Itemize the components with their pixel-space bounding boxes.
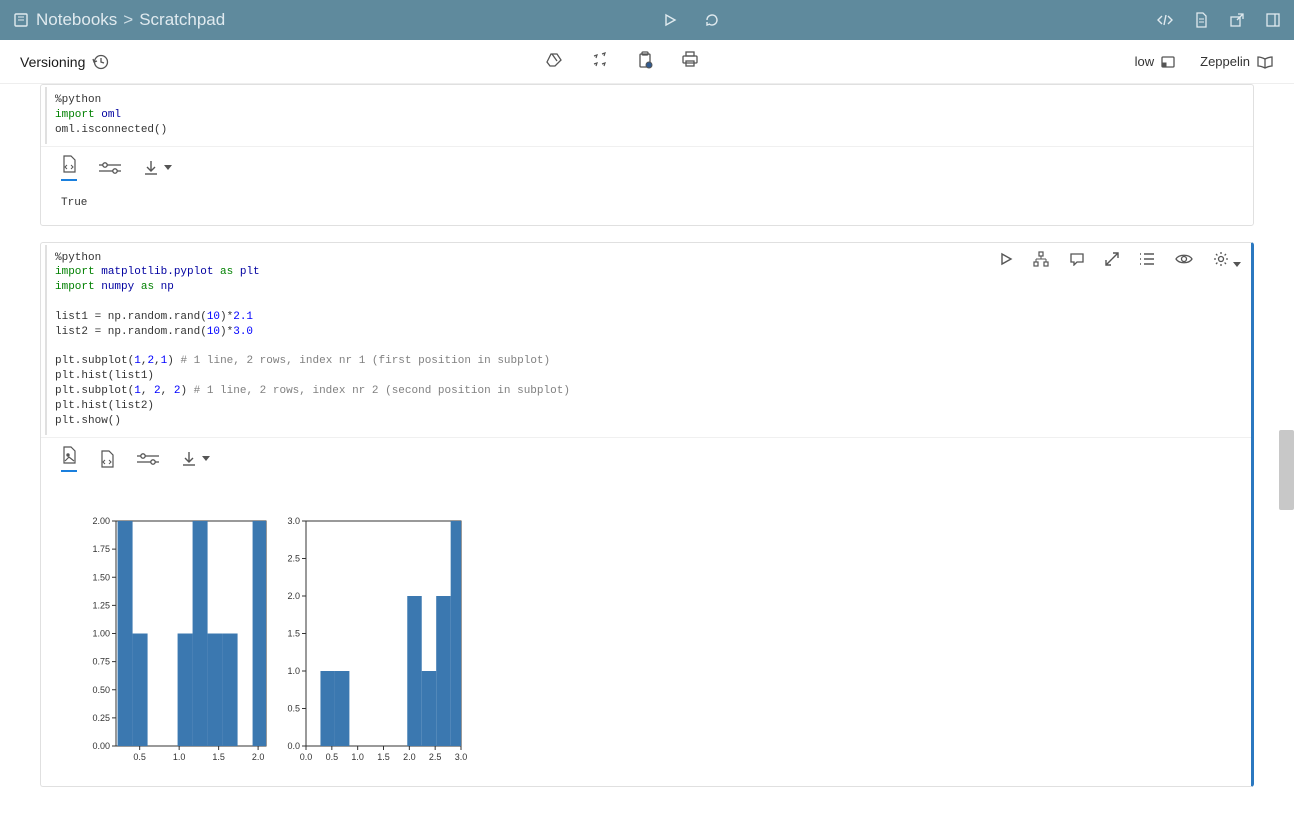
book-icon xyxy=(1256,55,1274,69)
svg-text:0.00: 0.00 xyxy=(92,741,110,751)
svg-text:1.5: 1.5 xyxy=(287,628,300,638)
svg-text:1.50: 1.50 xyxy=(92,572,110,582)
svg-text:2.00: 2.00 xyxy=(92,516,110,526)
cell-2-actions xyxy=(999,251,1241,270)
versioning-label: Versioning xyxy=(20,54,85,70)
engine-selector[interactable]: Zeppelin xyxy=(1200,54,1274,69)
svg-text:3.0: 3.0 xyxy=(287,516,300,526)
settings-toggle-icon-2[interactable] xyxy=(137,452,159,466)
breadcrumb: Notebooks > Scratchpad xyxy=(12,10,225,30)
svg-text:2.5: 2.5 xyxy=(287,553,300,563)
versioning-link[interactable]: Versioning xyxy=(20,53,109,71)
settings-toggle-icon[interactable] xyxy=(99,161,121,175)
refresh-icon[interactable] xyxy=(703,11,721,29)
download-dropdown-2[interactable] xyxy=(181,451,210,467)
output-image-tab[interactable] xyxy=(61,446,77,472)
svg-text:0.50: 0.50 xyxy=(92,684,110,694)
svg-text:0.25: 0.25 xyxy=(92,713,110,723)
priority-label: low xyxy=(1135,54,1155,69)
cell-2-chart-output: 0.00 0.25 0.50 0.75 1.00 1.25 1.50 1.75 2.00 0.5 1… xyxy=(41,476,1251,786)
breadcrumb-root[interactable]: Notebooks xyxy=(36,10,117,30)
run-cell-icon[interactable] xyxy=(999,252,1013,269)
list-icon[interactable] xyxy=(1139,252,1155,269)
histogram-1: 0.000.250.500.751.001.251.501.752.000.51… xyxy=(61,496,271,776)
svg-text:0.75: 0.75 xyxy=(92,656,110,666)
cell-1-output: True xyxy=(41,185,1253,225)
gear-dropdown[interactable] xyxy=(1213,251,1241,270)
eraser-icon[interactable] xyxy=(545,51,563,72)
cell-1-output-toolbar xyxy=(41,146,1253,185)
download-dropdown[interactable] xyxy=(143,160,172,176)
output-code-tab[interactable] xyxy=(61,155,77,181)
panel-icon[interactable] xyxy=(1264,11,1282,29)
sparkle-icon[interactable] xyxy=(591,51,609,72)
cell-1-code[interactable]: %python import oml oml.isconnected() xyxy=(45,87,1249,144)
comment-icon[interactable] xyxy=(1069,252,1085,269)
svg-text:1.0: 1.0 xyxy=(287,666,300,676)
cell-2-code[interactable]: %python import matplotlib.pyplot as plt … xyxy=(45,245,1247,435)
breadcrumb-current[interactable]: Scratchpad xyxy=(139,10,225,30)
output-code-tab-2[interactable] xyxy=(99,450,115,468)
priority-selector[interactable]: low xyxy=(1135,54,1177,70)
expand-icon[interactable] xyxy=(1105,252,1119,269)
sub-bar: Versioning low Zeppelin xyxy=(0,40,1294,84)
document-icon[interactable] xyxy=(1192,11,1210,29)
cell-1: %python import oml oml.isconnected() Tru… xyxy=(40,84,1254,226)
scrollbar-thumb[interactable] xyxy=(1279,430,1294,510)
breadcrumb-separator: > xyxy=(123,10,133,30)
history-icon xyxy=(91,53,109,71)
priority-icon xyxy=(1160,54,1176,70)
svg-text:1.00: 1.00 xyxy=(92,628,110,638)
cell-2: %python import matplotlib.pyplot as plt … xyxy=(40,242,1254,787)
svg-text:1.75: 1.75 xyxy=(92,544,110,554)
notebook-icon xyxy=(12,11,30,29)
svg-text:0.5: 0.5 xyxy=(287,703,300,713)
hierarchy-icon[interactable] xyxy=(1033,251,1049,270)
notebook-content: %python import oml oml.isconnected() Tru… xyxy=(0,84,1294,833)
print-icon[interactable] xyxy=(681,51,699,72)
top-bar: Notebooks > Scratchpad xyxy=(0,0,1294,40)
svg-text:0.0: 0.0 xyxy=(287,741,300,751)
clipboard-icon[interactable] xyxy=(637,51,653,72)
visibility-icon[interactable] xyxy=(1175,253,1193,268)
histogram-2: 0.00.51.01.52.02.53.00.00.51.01.52.02.53… xyxy=(271,496,471,776)
engine-label: Zeppelin xyxy=(1200,54,1250,69)
cell-2-output-toolbar xyxy=(41,437,1251,476)
run-all-icon[interactable] xyxy=(661,11,679,29)
svg-text:1.25: 1.25 xyxy=(92,600,110,610)
svg-text:2.0: 2.0 xyxy=(287,591,300,601)
external-link-icon[interactable] xyxy=(1228,11,1246,29)
code-icon[interactable] xyxy=(1156,11,1174,29)
